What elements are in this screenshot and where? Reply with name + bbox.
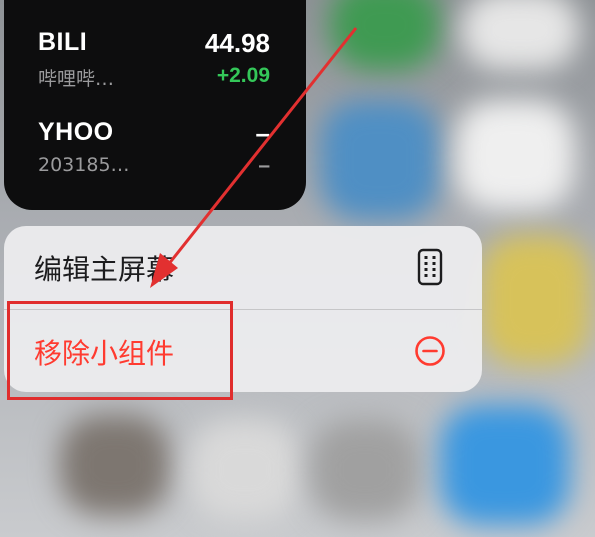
annotation-arrow <box>150 27 358 288</box>
